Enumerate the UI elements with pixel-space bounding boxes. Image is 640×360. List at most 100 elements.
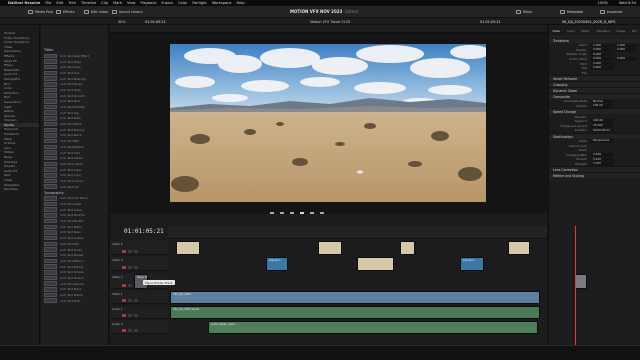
menu-help[interactable]: Help — [236, 1, 244, 5]
track-toggle-button[interactable] — [134, 329, 138, 332]
track-toggle-button[interactable] — [134, 266, 138, 269]
effect-list-item[interactable]: Arch Text Strip — [41, 298, 108, 304]
timeline-clip[interactable] — [318, 241, 342, 255]
inspector-tab[interactable]: Transition — [596, 29, 610, 33]
track-lock-button[interactable] — [122, 329, 126, 332]
viewer-header-bar: 40% 01:01:05:21 Motion VFX Travel 0120 0… — [0, 18, 640, 25]
track-toggle-button[interactable] — [128, 250, 132, 253]
effect-label: Arch Text Wipe — [60, 116, 81, 121]
menu-clip[interactable]: Clip — [101, 1, 108, 5]
timeline-clip[interactable] — [508, 241, 530, 255]
timeline-clip[interactable] — [575, 274, 587, 289]
effect-thumbnail — [44, 213, 57, 218]
effect-label: Arch Text Minimal — [60, 213, 85, 218]
inspector-value-field[interactable]: 100.00 — [591, 104, 613, 108]
sound-library-icon — [112, 10, 117, 14]
inspector-value-field[interactable]: 0.000 — [615, 57, 637, 61]
inspector-tab[interactable]: File — [632, 29, 637, 33]
sound-library-button[interactable]: Sound Library — [112, 9, 143, 15]
track-lock-button[interactable] — [122, 266, 126, 269]
menu-view[interactable]: View — [127, 1, 136, 5]
menu-trim[interactable]: Trim — [68, 1, 76, 5]
timeline-name[interactable]: Motion VFX Travel 0120 — [310, 20, 350, 24]
inspector-value-field[interactable]: 0.000 — [591, 66, 613, 71]
effect-thumbnail — [44, 235, 57, 241]
timeline-clip[interactable]: Adjustm... — [266, 257, 288, 271]
menu-workspace[interactable]: Workspace — [212, 1, 232, 5]
menu-timeline[interactable]: Timeline — [81, 1, 96, 5]
timeline-clip[interactable]: Audio_Nolan_Vane — [208, 321, 538, 334]
menu-color[interactable]: Color — [178, 1, 187, 5]
effect-label: Arch Text Split — [60, 99, 80, 104]
edit-index-button[interactable]: Edit Index — [84, 9, 108, 15]
menu-mark[interactable]: Mark — [113, 1, 122, 5]
track-lock-button[interactable] — [122, 314, 126, 317]
track-toggle-button[interactable] — [134, 299, 138, 302]
app-menu[interactable]: DaVinci Resolve — [8, 1, 40, 5]
header-timecode: 01:01:05:21 — [145, 19, 166, 24]
retime-scaling-section[interactable]: Retime and Scaling — [549, 172, 640, 179]
effect-label: Arch Text Stamp — [60, 293, 83, 298]
media-pool-button[interactable]: Media Pool — [28, 9, 53, 15]
effect-thumbnail — [44, 167, 57, 172]
timeline-clip[interactable]: V01_DJI_2023 — [170, 291, 540, 304]
inspector-value-field[interactable]: 0.000 — [615, 47, 637, 52]
track-lock-button[interactable] — [122, 299, 126, 302]
timeline-viewer — [110, 25, 547, 232]
menu-fairlight[interactable]: Fairlight — [192, 1, 206, 5]
menu-playback[interactable]: Playback — [140, 1, 156, 5]
inspector-tab[interactable]: Image — [616, 29, 625, 33]
effects-button[interactable]: Effects — [56, 9, 75, 15]
timeline-clip[interactable] — [400, 241, 415, 255]
effect-thumbnail — [44, 298, 57, 303]
effect-label: Arch Text Name — [60, 224, 82, 229]
effect-thumbnail — [44, 207, 57, 212]
track-toggle-button[interactable] — [128, 329, 132, 332]
menu-file[interactable]: File — [45, 1, 51, 5]
timeline-clip[interactable]: Adjustm... — [460, 257, 484, 271]
track-name: Video 3 — [112, 258, 123, 262]
inspector-value-field[interactable]: 0.250 — [591, 162, 613, 166]
track-toggle-button[interactable] — [134, 250, 138, 253]
edit-index-icon — [84, 10, 89, 14]
track-lock-button[interactable] — [122, 284, 126, 287]
mixer-label: Mixer — [523, 10, 533, 14]
track-lock-button[interactable] — [122, 250, 126, 253]
track-toggle-button[interactable] — [128, 266, 132, 269]
effect-thumbnail — [44, 155, 57, 161]
timeline-clip[interactable]: V01_DJI_2023 Aerial — [170, 306, 540, 319]
effect-thumbnail — [44, 287, 57, 292]
effect-label: Arch Text Color — [60, 173, 82, 178]
menu-fusion[interactable]: Fusion — [162, 1, 174, 5]
playhead[interactable] — [575, 226, 576, 360]
track-header: Video 3 — [110, 257, 168, 271]
edit-index-label: Edit Index — [91, 10, 108, 14]
effect-label: Arch Text Classic — [60, 161, 84, 166]
effect-thumbnail — [44, 264, 57, 269]
metadata-button[interactable]: Metadata — [560, 9, 583, 15]
effects-label: Effects — [63, 10, 75, 14]
track-toggle-button[interactable] — [128, 314, 132, 317]
inspector-tab[interactable]: Effect — [582, 29, 590, 33]
effect-label: Arch Text Info Panel — [60, 196, 88, 201]
inspector-value-field[interactable]: Perspective — [591, 139, 613, 143]
inspector-value-field[interactable]: 00:00:05:12 — [591, 128, 613, 133]
effect-label: Arch Text Label — [60, 202, 82, 207]
inspector-button[interactable]: Inspector — [600, 9, 623, 15]
effect-thumbnail — [44, 93, 57, 98]
timeline-ruler[interactable] — [168, 226, 547, 239]
zoom-level[interactable]: 40% — [118, 20, 126, 24]
track-toggle-button[interactable] — [128, 299, 132, 302]
track-name: Video 1 — [112, 292, 123, 296]
menu-edit[interactable]: Edit — [56, 1, 63, 5]
timeline-clip[interactable] — [357, 257, 394, 271]
inspector-tab[interactable]: Video — [552, 29, 560, 33]
effect-thumbnail — [44, 104, 57, 110]
timeline-clip[interactable] — [176, 241, 200, 255]
inspector-tab[interactable]: Audio — [567, 29, 575, 33]
tree-item[interactable]: Favorites — [0, 187, 39, 192]
track-toggle-button[interactable] — [134, 314, 138, 317]
mixer-button[interactable]: Mixer — [516, 9, 532, 15]
track-toggle-button[interactable] — [128, 284, 132, 287]
viewer-frame[interactable] — [170, 44, 486, 202]
